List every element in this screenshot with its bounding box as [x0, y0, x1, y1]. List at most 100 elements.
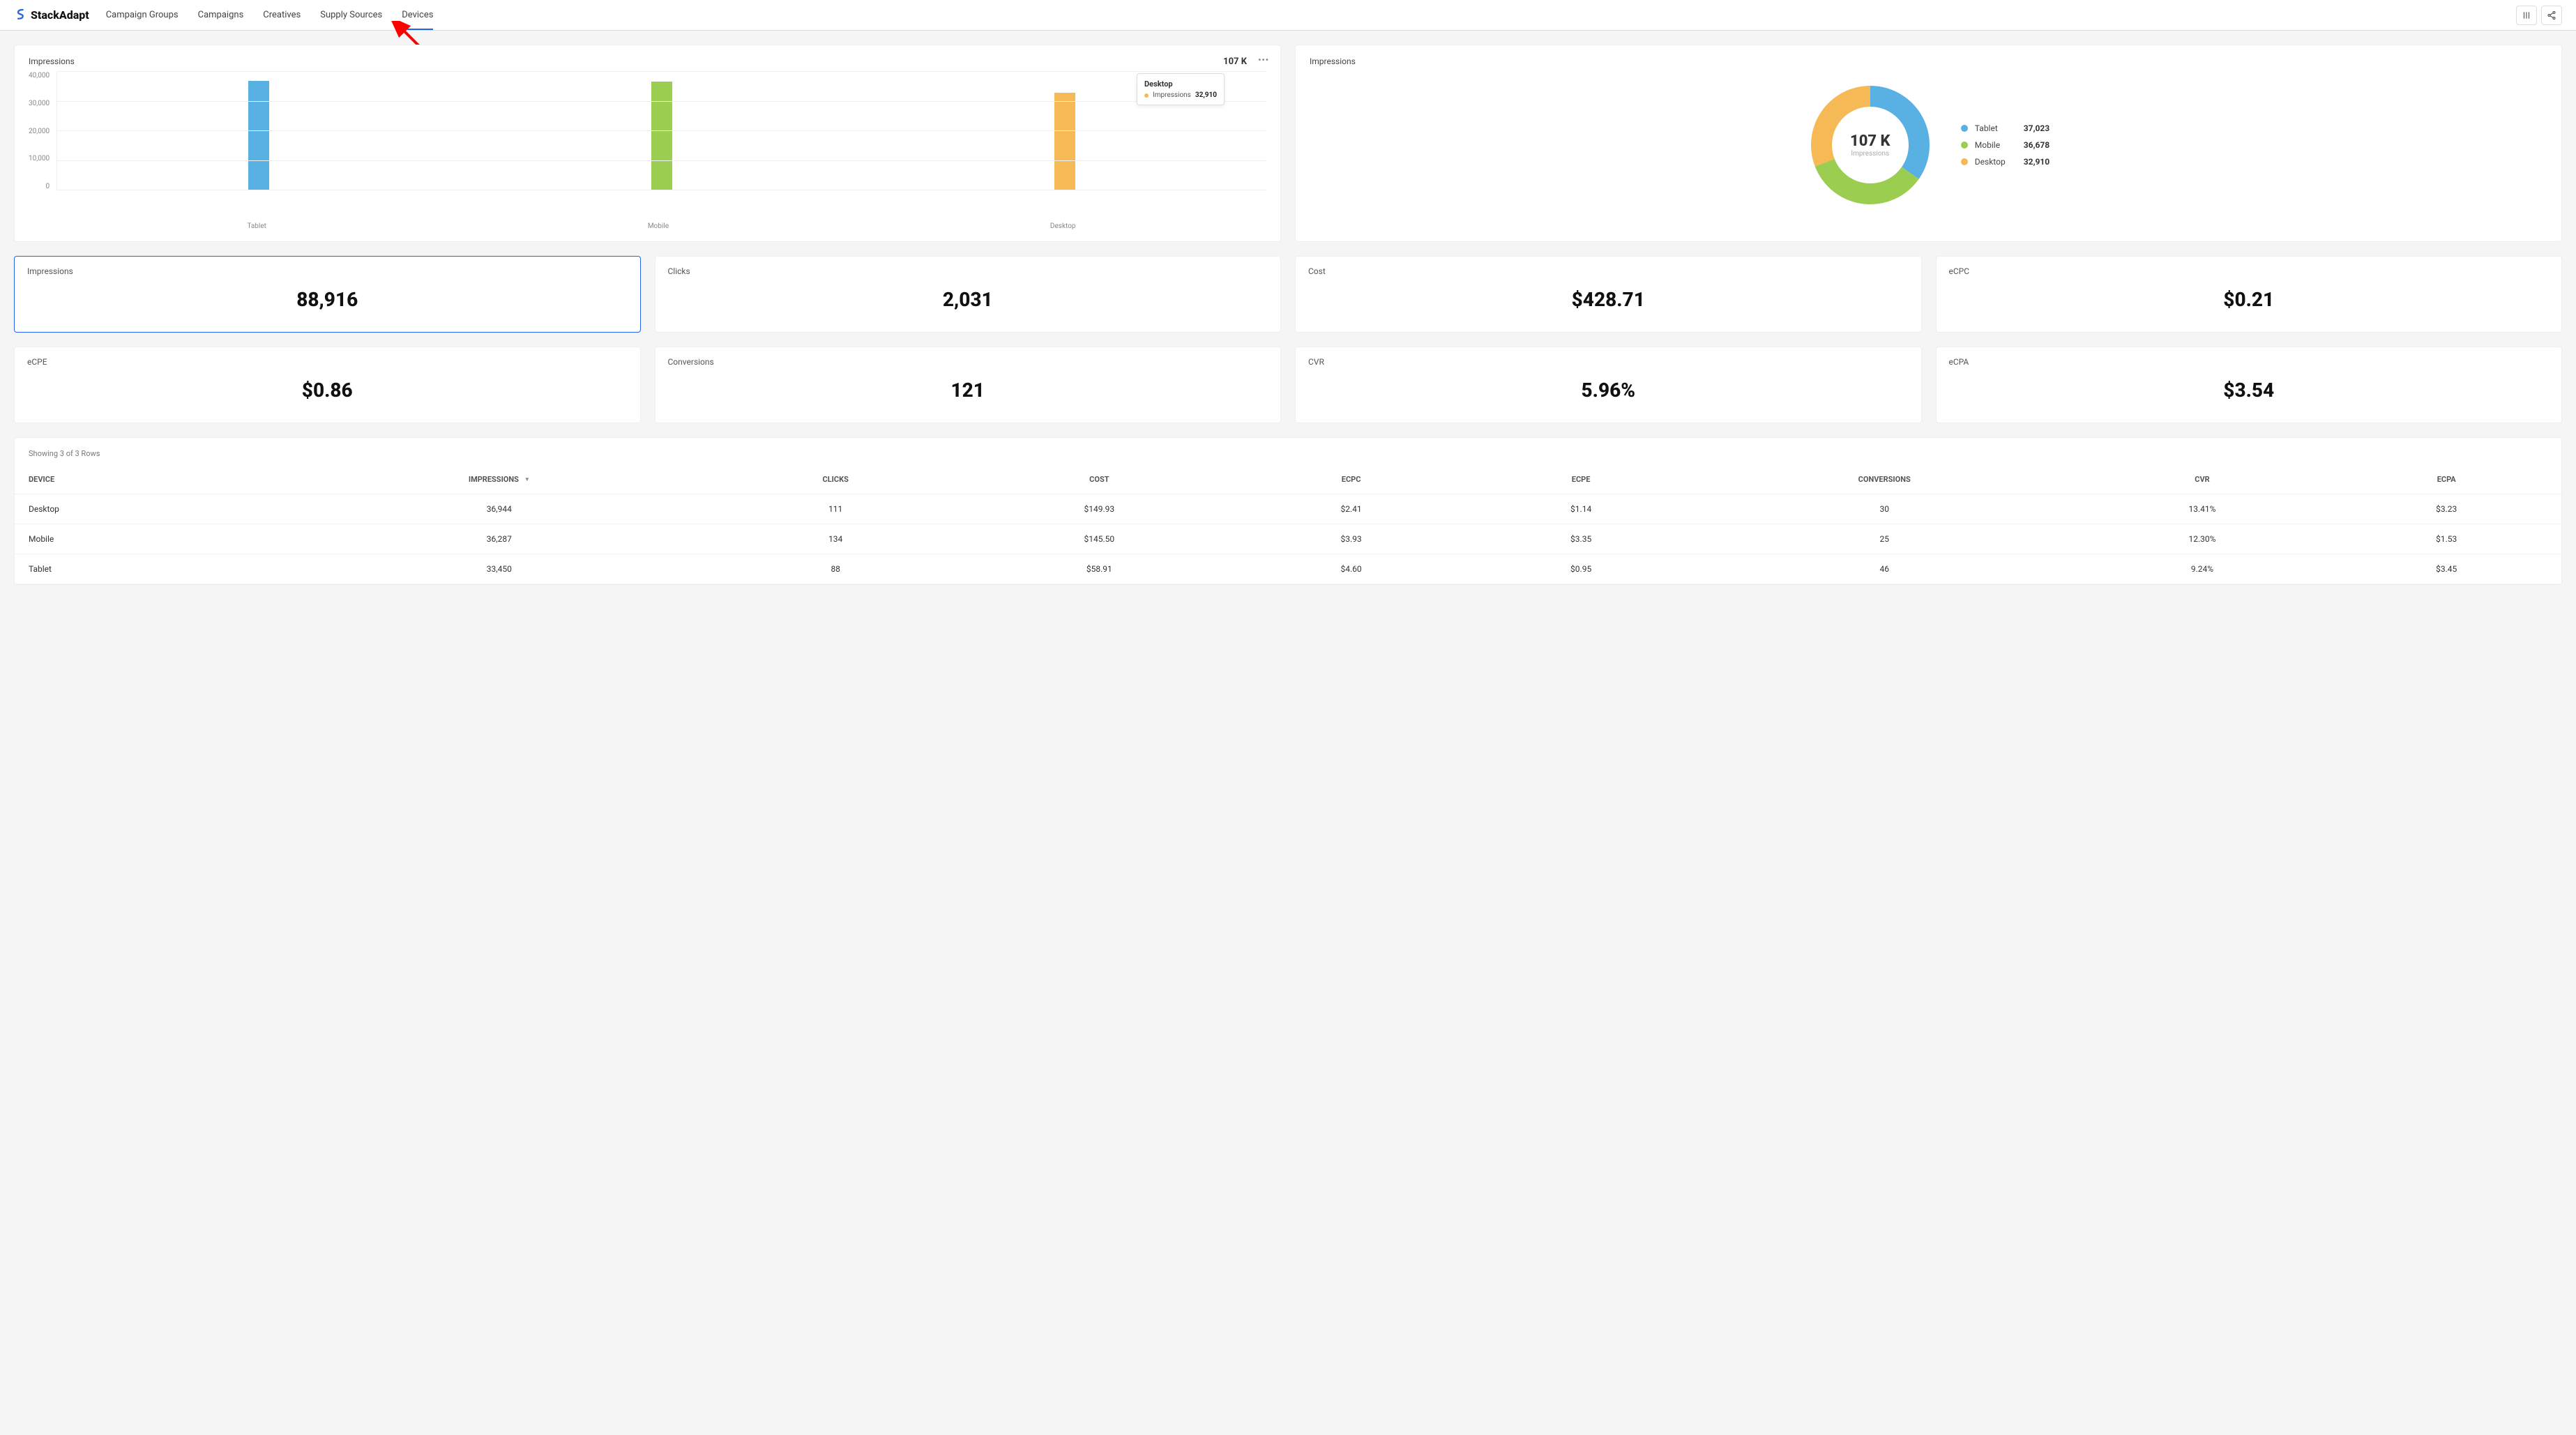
cell: $149.93	[962, 494, 1236, 524]
donut-center: 107 K Impressions	[1850, 132, 1891, 158]
cell: $145.50	[962, 524, 1236, 554]
brand-logo-icon	[14, 8, 26, 23]
cell: $1.14	[1466, 494, 1696, 524]
metrics-row-2: eCPE $0.86Conversions 121CVR 5.96%eCPA $…	[14, 347, 2562, 423]
metric-card-cvr[interactable]: CVR 5.96%	[1295, 347, 1922, 423]
cell: 9.24%	[2073, 554, 2332, 584]
legend-item-desktop[interactable]: Desktop 32,910	[1961, 157, 2050, 167]
column-header-cost[interactable]: COST	[962, 465, 1236, 494]
sort-indicator-icon: ▼	[524, 476, 530, 483]
bar-x-axis: TabletMobileDesktop	[56, 222, 1266, 230]
cell: 12.30%	[2073, 524, 2332, 554]
metric-card-conversions[interactable]: Conversions 121	[655, 347, 1282, 423]
device-table-card: Showing 3 of 3 Rows DEVICEIMPRESSIONS▼CL…	[14, 437, 2562, 585]
share-button[interactable]	[2541, 6, 2562, 25]
table-header-row: DEVICEIMPRESSIONS▼CLICKSCOSTECPCECPECONV…	[15, 465, 2561, 494]
page: Impressions 107 K ••• Desktop Impression…	[0, 31, 2576, 599]
metric-label: CVR	[1308, 357, 1909, 367]
table-row[interactable]: Desktop36,944111$149.93$2.41$1.143013.41…	[15, 494, 2561, 524]
legend-label: Mobile	[1975, 140, 2017, 150]
cell: 134	[709, 524, 962, 554]
column-header-ecpa[interactable]: ECPA	[2331, 465, 2561, 494]
metric-card-ecpc[interactable]: eCPC $0.21	[1936, 256, 2563, 333]
column-header-clicks[interactable]: CLICKS	[709, 465, 962, 494]
nav-item-campaign-groups[interactable]: Campaign Groups	[106, 0, 179, 30]
metric-card-impressions[interactable]: Impressions 88,916	[14, 256, 641, 333]
impressions-donut-card: Impressions 107 K Impressions Tablet 37,…	[1295, 45, 2562, 242]
cell: $58.91	[962, 554, 1236, 584]
card-menu-button[interactable]: •••	[1258, 55, 1269, 65]
donut-chart: 107 K Impressions Tablet 37,023 Mobile 3…	[1310, 72, 2547, 218]
metric-label: Cost	[1308, 266, 1909, 276]
metric-value: 2,031	[943, 288, 993, 311]
metric-value: 88,916	[296, 288, 358, 311]
metric-label: eCPE	[27, 357, 628, 367]
donut-graphic: 107 K Impressions	[1808, 82, 1933, 208]
cell: 13.41%	[2073, 494, 2332, 524]
column-header-ecpe[interactable]: ECPE	[1466, 465, 1696, 494]
bar-desktop[interactable]	[1054, 93, 1075, 190]
metric-card-ecpe[interactable]: eCPE $0.86	[14, 347, 641, 423]
legend-value: 36,678	[2024, 140, 2050, 150]
column-header-ecpc[interactable]: ECPC	[1236, 465, 1467, 494]
bar-tablet[interactable]	[248, 81, 269, 190]
metric-label: Impressions	[27, 266, 628, 276]
impressions-bar-card: Impressions 107 K ••• Desktop Impression…	[14, 45, 1281, 242]
metric-card-clicks[interactable]: Clicks 2,031	[655, 256, 1282, 333]
table-row[interactable]: Mobile36,287134$145.50$3.93$3.352512.30%…	[15, 524, 2561, 554]
table-meta: Showing 3 of 3 Rows	[15, 449, 2561, 465]
cell: 111	[709, 494, 962, 524]
metric-value: 5.96%	[1582, 379, 1636, 402]
chart-tooltip: Desktop Impressions 32,910	[1137, 73, 1225, 105]
table-body: Desktop36,944111$149.93$2.41$1.143013.41…	[15, 494, 2561, 584]
brand-name: StackAdapt	[31, 8, 89, 22]
column-header-conversions[interactable]: CONVERSIONS	[1696, 465, 2073, 494]
legend-item-mobile[interactable]: Mobile 36,678	[1961, 140, 2050, 150]
cell: 36,944	[289, 494, 709, 524]
nav-item-campaigns[interactable]: Campaigns	[198, 0, 244, 30]
device-table: DEVICEIMPRESSIONS▼CLICKSCOSTECPCECPECONV…	[15, 465, 2561, 584]
metric-label: Conversions	[668, 357, 1268, 367]
top-charts: Impressions 107 K ••• Desktop Impression…	[14, 45, 2562, 242]
nav-item-supply-sources[interactable]: Supply Sources	[320, 0, 382, 30]
cell: $4.60	[1236, 554, 1467, 584]
metric-value: $3.54	[2223, 379, 2274, 402]
legend-dot-icon	[1961, 142, 1968, 149]
metric-value: 121	[951, 379, 985, 402]
legend-label: Desktop	[1975, 157, 2017, 167]
bar-chart: 40,00030,00020,00010,0000	[29, 72, 1266, 218]
cell: 33,450	[289, 554, 709, 584]
bar-plot-area	[56, 72, 1266, 190]
tooltip-category: Desktop	[1144, 79, 1217, 89]
metric-value: $0.21	[2223, 288, 2274, 311]
cell: Tablet	[15, 554, 289, 584]
metric-card-cost[interactable]: Cost $428.71	[1295, 256, 1922, 333]
table-row[interactable]: Tablet33,45088$58.91$4.60$0.95469.24%$3.…	[15, 554, 2561, 584]
cell: $0.95	[1466, 554, 1696, 584]
brand: StackAdapt	[14, 8, 89, 23]
cell: 88	[709, 554, 962, 584]
nav-item-creatives[interactable]: Creatives	[263, 0, 301, 30]
metrics-row-1: Impressions 88,916Clicks 2,031Cost $428.…	[14, 256, 2562, 333]
donut-legend: Tablet 37,023 Mobile 36,678 Desktop 32,9…	[1961, 123, 2050, 167]
column-header-impressions[interactable]: IMPRESSIONS▼	[289, 465, 709, 494]
legend-value: 32,910	[2024, 157, 2050, 167]
bar-chart-title: Impressions	[29, 56, 1266, 66]
cell: $3.45	[2331, 554, 2561, 584]
cell: $3.23	[2331, 494, 2561, 524]
settings-columns-button[interactable]	[2516, 6, 2537, 25]
cell: $2.41	[1236, 494, 1467, 524]
donut-chart-title: Impressions	[1310, 56, 2547, 66]
bar-mobile[interactable]	[651, 82, 672, 190]
cell: Desktop	[15, 494, 289, 524]
column-header-cvr[interactable]: CVR	[2073, 465, 2332, 494]
metric-card-ecpa[interactable]: eCPA $3.54	[1936, 347, 2563, 423]
cell: $3.93	[1236, 524, 1467, 554]
metric-label: eCPA	[1949, 357, 2550, 367]
cell: Mobile	[15, 524, 289, 554]
legend-dot-icon	[1961, 158, 1968, 165]
bar-y-axis: 40,00030,00020,00010,0000	[29, 72, 56, 190]
cell: $3.35	[1466, 524, 1696, 554]
column-header-device[interactable]: DEVICE	[15, 465, 289, 494]
legend-item-tablet[interactable]: Tablet 37,023	[1961, 123, 2050, 133]
